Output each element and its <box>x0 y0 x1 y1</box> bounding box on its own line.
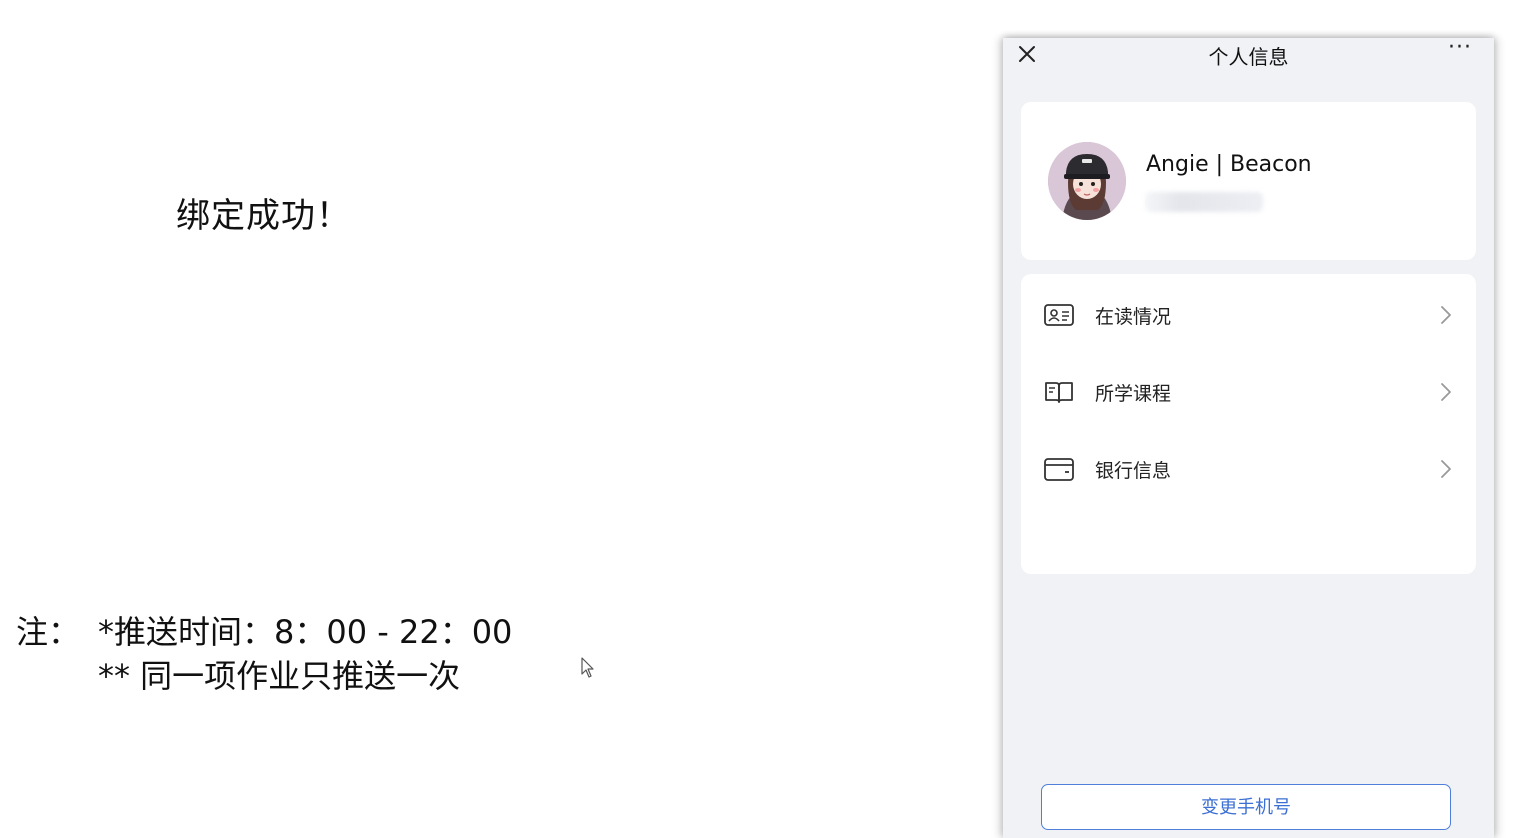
id-card-icon <box>1044 304 1074 326</box>
menu-item-bank-info[interactable]: 银行信息 <box>1021 438 1476 498</box>
profile-window: 个人信息 ··· Angie | Beacon 在读情况 所学课程 银行信息 变… <box>1003 38 1494 838</box>
info-menu-card: 在读情况 所学课程 银行信息 <box>1021 274 1476 574</box>
menu-label: 在读情况 <box>1095 306 1172 328</box>
chevron-right-icon <box>1441 306 1451 324</box>
window-titlebar: 个人信息 ··· <box>1003 38 1494 82</box>
note-push-time: *推送时间：8：00 - 22：00 <box>98 613 513 651</box>
menu-item-courses[interactable]: 所学课程 <box>1021 361 1476 421</box>
bind-success-message: 绑定成功！ <box>176 196 351 236</box>
menu-label: 银行信息 <box>1095 460 1172 482</box>
note-push-once: ** 同一项作业只推送一次 <box>98 657 461 695</box>
chevron-right-icon <box>1441 383 1451 401</box>
wallet-icon <box>1044 458 1074 481</box>
note-prefix: 注： <box>16 613 81 651</box>
profile-name: Angie | Beacon <box>1146 152 1312 177</box>
chevron-right-icon <box>1441 460 1451 478</box>
change-phone-number-button[interactable]: 变更手机号 <box>1041 784 1451 830</box>
note-row-2: ** 同一项作业只推送一次 <box>16 654 512 698</box>
avatar-illustration <box>1048 142 1126 220</box>
mouse-cursor-icon <box>581 657 594 678</box>
more-options-icon[interactable]: ··· <box>1448 38 1474 60</box>
profile-card: Angie | Beacon <box>1021 102 1476 260</box>
note-indent <box>16 654 98 698</box>
push-notes: 注： *推送时间：8：00 - 22：00 ** 同一项作业只推送一次 <box>16 610 512 698</box>
avatar[interactable] <box>1048 142 1126 220</box>
book-icon <box>1045 382 1073 403</box>
blurred-subtitle <box>1145 192 1263 212</box>
menu-label: 所学课程 <box>1095 383 1172 405</box>
window-title: 个人信息 <box>1208 45 1289 69</box>
note-row-1: 注： *推送时间：8：00 - 22：00 <box>16 610 512 654</box>
menu-item-enrollment-status[interactable]: 在读情况 <box>1021 284 1476 344</box>
